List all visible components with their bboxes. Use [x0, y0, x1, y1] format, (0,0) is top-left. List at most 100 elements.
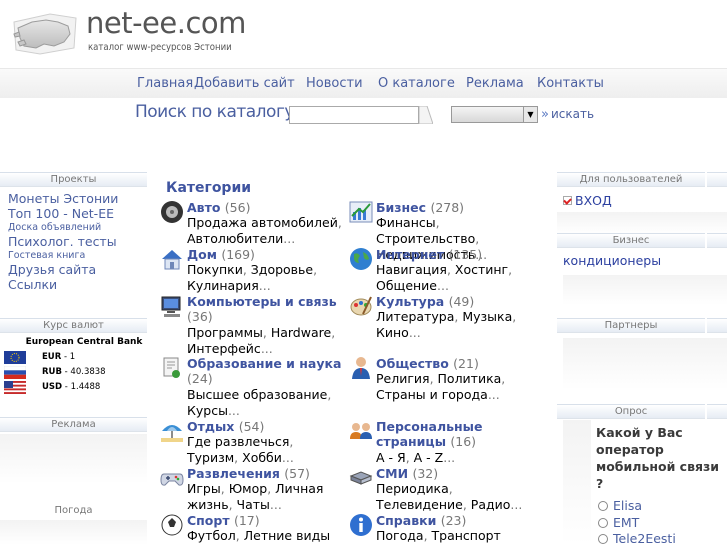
nav-home[interactable]: Главная [137, 76, 193, 91]
category-link[interactable]: Дом [187, 247, 217, 262]
subcategory-link[interactable]: Курсы [187, 403, 228, 418]
login-label[interactable]: ВХОД [575, 193, 612, 208]
search-label: Поиск по каталогу: [135, 102, 300, 122]
subcategory-link[interactable]: Литература [376, 309, 454, 324]
partners-header-tab [707, 318, 727, 333]
subcategory-link[interactable]: Летние виды [244, 528, 330, 543]
nav-add-site[interactable]: Добавить сайт [194, 76, 295, 91]
category-item: Культура (49) Литература, Музыка, Кино..… [349, 294, 529, 344]
category-count: (56) [224, 200, 251, 215]
poll-option[interactable]: EMT [598, 515, 639, 530]
subcategory-link[interactable]: Hardware [271, 325, 331, 340]
subcategory-link[interactable]: Радио [471, 497, 511, 512]
radio-button[interactable] [598, 534, 608, 544]
login-link[interactable]: ВХОД [563, 193, 612, 208]
category-link[interactable]: Отдых [187, 419, 234, 434]
poll-option-label[interactable]: Elisa [613, 498, 642, 513]
site-header: net-ee.com каталог www-ресурсов Эстонии [0, 0, 727, 68]
nav-news[interactable]: Новости [306, 76, 363, 91]
info-icon [350, 514, 372, 536]
category-link[interactable]: Авто [187, 200, 220, 215]
chevron-down-icon[interactable]: ▼ [523, 107, 537, 122]
subcategory-link[interactable]: Где развлечься [187, 434, 289, 449]
poll-option-label[interactable]: Tele2Eesti [613, 531, 676, 545]
poll-option[interactable]: Tele2Eesti [598, 531, 676, 545]
subcategory-link[interactable]: Здоровье [251, 262, 313, 277]
subcategory-link[interactable]: Религия [376, 371, 430, 386]
nav-contacts[interactable]: Контакты [537, 76, 604, 91]
poll-option[interactable]: Elisa [598, 498, 642, 513]
category-link[interactable]: Компьютеры и связь [187, 294, 337, 309]
subcategory-link[interactable]: Транспорт [432, 528, 501, 543]
category-count: (169) [221, 247, 255, 262]
people-icon [350, 423, 372, 439]
search-bar: Поиск по каталогу: ▼ » искать [0, 98, 727, 134]
poll-option-label[interactable]: EMT [613, 515, 639, 530]
category-link[interactable]: Интернет [376, 247, 444, 262]
subcategory-link[interactable]: Интерфейс [187, 341, 261, 356]
subcategory-link[interactable]: Телевидение [376, 497, 463, 512]
category-link[interactable]: Культура [376, 294, 444, 309]
category-link[interactable]: СМИ [376, 466, 408, 481]
project-link[interactable]: Друзья сайта [8, 262, 156, 277]
subcategory-link[interactable]: Навигация [376, 262, 447, 277]
nav-about[interactable]: О каталоге [378, 76, 455, 91]
category-item: Спорт (17) Футбол, Летние виды [160, 513, 340, 545]
subcategory-link[interactable]: A - Z [414, 450, 444, 465]
rate-code: USD [42, 382, 63, 392]
category-count: (24) [187, 371, 213, 386]
subcategory-link[interactable]: Игры [187, 481, 221, 496]
category-link[interactable]: Бизнес [376, 200, 426, 215]
subcategory-link[interactable]: Политика [438, 371, 502, 386]
business-link[interactable]: кондиционеры [563, 253, 661, 268]
estonia-map-logo-icon[interactable] [10, 8, 80, 60]
category-item: Дом (169) Покупки, Здоровье, Кулинария..… [160, 247, 340, 297]
project-link[interactable]: Топ 100 - Net-EE [8, 206, 156, 221]
project-link[interactable]: Монеты Эстонии [8, 191, 156, 206]
subcategory-link[interactable]: Строительство [376, 231, 475, 246]
subcategory-link[interactable]: Туризм [187, 450, 234, 465]
ads-header: Реклама [0, 417, 147, 432]
subcategory-link[interactable]: Продажа автомобилей [187, 215, 338, 230]
category-link[interactable]: Справки [376, 513, 436, 528]
subcategory-link[interactable]: Кино [376, 325, 409, 340]
subcategory-link[interactable]: Финансы [376, 215, 436, 230]
subcategory-link[interactable]: Хобби [242, 450, 282, 465]
site-logo-title[interactable]: net-ee.com [86, 6, 246, 40]
subcategory-link[interactable]: Хостинг [455, 262, 508, 277]
subcategory-link[interactable]: Автолюбители [187, 231, 283, 246]
category-link[interactable]: Образование и наука [187, 356, 341, 371]
subcategory-link[interactable]: Общение [376, 278, 437, 293]
category-link[interactable]: Развлечения [187, 466, 280, 481]
radio-button[interactable] [598, 518, 608, 528]
subcategory-link[interactable]: Высшее образование [187, 387, 327, 402]
search-button[interactable]: » искать [541, 107, 594, 122]
person-icon [352, 357, 370, 379]
subcategory-link[interactable]: Кулинария [187, 278, 259, 293]
double-chevron-right-icon: » [541, 107, 549, 122]
radio-button[interactable] [598, 501, 608, 511]
nav-ads[interactable]: Реклама [466, 76, 524, 91]
subcategory-link[interactable]: Периодика [376, 481, 449, 496]
subcategory-link[interactable]: Страны и города [376, 387, 488, 402]
project-link[interactable]: Гостевая книга [8, 249, 156, 262]
ads-area [0, 434, 147, 484]
category-link[interactable]: Общество [376, 356, 449, 371]
subcategory-link[interactable]: Программы [187, 325, 263, 340]
subcategory-link[interactable]: Покупки [187, 262, 243, 277]
project-link[interactable]: Доска объявлений [8, 221, 156, 234]
subcategory-link[interactable]: Футбол [187, 528, 236, 543]
subcategory-link[interactable]: Погода [376, 528, 424, 543]
project-link[interactable]: Психолог. тесты [8, 234, 156, 249]
category-link[interactable]: Спорт [187, 513, 230, 528]
subcategory-link[interactable]: Юмор [229, 481, 268, 496]
us-flag-icon [4, 381, 26, 394]
subcategory-link[interactable]: А - Я [376, 450, 406, 465]
subcategory-link[interactable]: Музыка [462, 309, 512, 324]
site-logo-subtitle: каталог www-ресурсов Эстонии [88, 42, 232, 53]
subcategory-link[interactable]: Чаты [237, 497, 270, 512]
project-link[interactable]: Ссылки [8, 277, 156, 292]
weather-header: Погода [0, 504, 147, 519]
search-category-select[interactable]: ▼ [451, 106, 538, 123]
search-input[interactable] [289, 106, 419, 124]
